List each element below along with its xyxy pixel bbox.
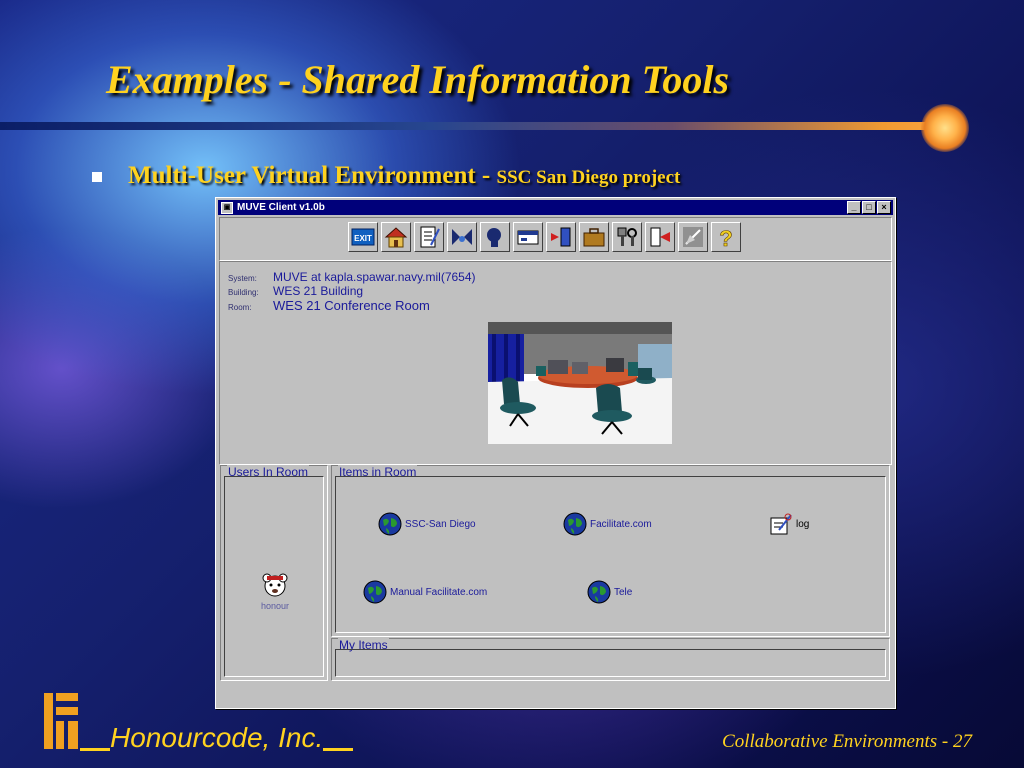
- window-title-bar[interactable]: ▣ MUVE Client v1.0b _ □ ×: [218, 200, 893, 215]
- door-out-icon: [650, 227, 670, 247]
- globe-icon: [587, 580, 611, 604]
- item-label: Manual Facilitate.com: [390, 586, 488, 598]
- system-row: System: MUVE at kapla.spawar.navy.mil(76…: [228, 270, 476, 284]
- my-items-panel: My Items: [331, 638, 890, 681]
- head-button[interactable]: [480, 222, 510, 252]
- notes-icon: [420, 226, 440, 248]
- exit-icon-label: EXIT: [354, 234, 372, 243]
- help-icon-glyph: ?: [719, 226, 732, 249]
- edit-button[interactable]: [678, 222, 708, 252]
- room-item[interactable]: log: [769, 512, 809, 536]
- globe-icon: [378, 512, 402, 536]
- tools-button[interactable]: [612, 222, 642, 252]
- window-controls: _ □ ×: [847, 201, 891, 214]
- room-row: Room: WES 21 Conference Room: [228, 298, 430, 313]
- company-name: Honourcode, Inc.: [110, 722, 324, 753]
- tools-icon: [617, 227, 637, 246]
- item-label: Tele: [614, 586, 633, 598]
- help-icon: ?: [719, 226, 733, 249]
- notes-button[interactable]: [414, 222, 444, 252]
- title-orb: [921, 104, 969, 152]
- briefcase-icon: [583, 228, 605, 247]
- building-value: WES 21 Building: [273, 284, 364, 298]
- globe-icon: [563, 512, 587, 536]
- notepad-icon: [770, 513, 792, 535]
- bullet-sub: SSC San Diego project: [496, 167, 681, 188]
- room-item[interactable]: Tele: [587, 580, 632, 604]
- system-label: System:: [228, 274, 257, 283]
- item-label: Facilitate.com: [590, 518, 652, 530]
- building-label: Building:: [228, 288, 259, 297]
- edit-icon: [683, 227, 703, 247]
- building-row: Building: WES 21 Building: [228, 284, 363, 298]
- enter-room-button[interactable]: [546, 222, 576, 252]
- card-button[interactable]: [513, 222, 543, 252]
- items-in-room-panel: Items in Room SSC-San Diego Facilitate.c…: [331, 465, 890, 637]
- muve-client-window: ▣ MUVE Client v1.0b _ □ × EXIT ? System:…: [215, 197, 896, 709]
- room-info-panel: System: MUVE at kapla.spawar.navy.mil(76…: [219, 261, 892, 465]
- footer-text: Collaborative Environments - 27: [722, 731, 972, 752]
- room-label: Room:: [228, 303, 252, 312]
- close-button[interactable]: ×: [877, 201, 891, 214]
- globe-icon: [363, 580, 387, 604]
- exit-button[interactable]: EXIT: [348, 222, 378, 252]
- user-item[interactable]: honour: [261, 571, 289, 611]
- item-label: log: [796, 518, 810, 530]
- room-item[interactable]: SSC-San Diego: [378, 512, 476, 536]
- slide-title: Examples - Shared Information Tools: [106, 57, 730, 102]
- user-name: honour: [261, 601, 290, 611]
- bullet-main: Multi-User Virtual Environment -: [128, 162, 497, 189]
- items-list: SSC-San Diego Facilitate.com log Manual …: [335, 476, 886, 633]
- leave-room-button[interactable]: [645, 222, 675, 252]
- home-icon: [384, 227, 408, 248]
- company-underline-right: [323, 748, 354, 751]
- company-underline-left: [80, 748, 110, 751]
- bullet-square-icon: [92, 172, 102, 182]
- briefcase-button[interactable]: [579, 222, 609, 252]
- users-list: honour: [224, 476, 324, 677]
- window-title: MUVE Client v1.0b: [237, 202, 325, 213]
- room-item[interactable]: Facilitate.com: [563, 512, 652, 536]
- minimize-button[interactable]: _: [847, 201, 861, 214]
- people-button[interactable]: [447, 222, 477, 252]
- room-item[interactable]: Manual Facilitate.com: [363, 580, 487, 604]
- system-value: MUVE at kapla.spawar.navy.mil(7654): [273, 270, 476, 284]
- my-items-list: [335, 649, 886, 677]
- home-button[interactable]: [381, 222, 411, 252]
- card-icon: [517, 230, 539, 245]
- status-bar: [219, 682, 890, 704]
- help-button[interactable]: ?: [711, 222, 741, 252]
- app-icon[interactable]: ▣: [221, 201, 233, 214]
- room-value: WES 21 Conference Room: [273, 298, 430, 313]
- conference-room-image: [488, 322, 672, 444]
- bullet-text: Multi-User Virtual Environment - SSC San…: [128, 162, 680, 190]
- exit-icon: EXIT: [351, 228, 375, 246]
- company-name-line: Honourcode, Inc.: [80, 722, 354, 754]
- head-icon: [487, 228, 501, 247]
- door-in-icon: [551, 227, 571, 247]
- title-underline: [0, 122, 960, 130]
- item-label: SSC-San Diego: [405, 518, 476, 530]
- people-icon: [452, 229, 472, 245]
- user-avatar-icon: [262, 573, 288, 597]
- maximize-button[interactable]: □: [862, 201, 876, 214]
- toolbar: EXIT ?: [219, 217, 892, 261]
- users-in-room-panel: Users In Room honour: [220, 465, 328, 681]
- honourcode-logo-icon: [44, 693, 78, 749]
